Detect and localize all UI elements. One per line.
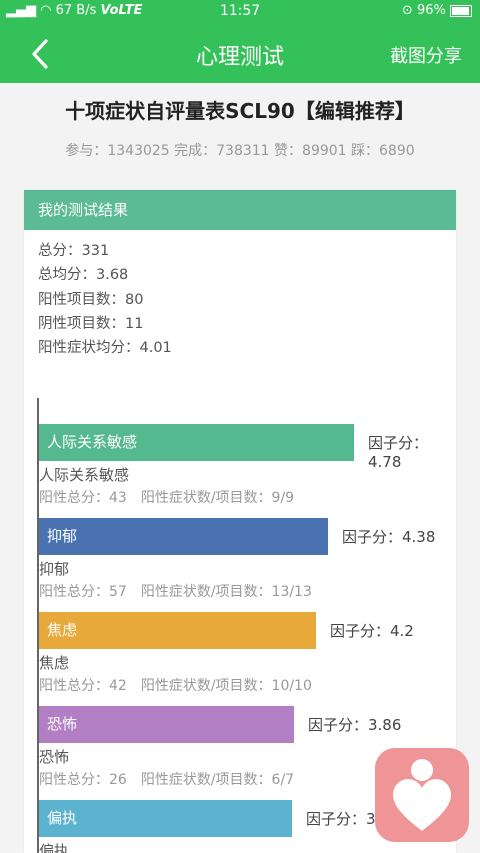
factor-name: 偏执 <box>39 842 70 853</box>
factor-bar: 焦虑 <box>39 612 316 649</box>
factor-detail: 阳性总分：42 阳性症状数/项目数：10/10 <box>39 678 312 694</box>
factor-detail: 阳性总分：57 阳性症状数/项目数：13/13 <box>39 584 312 600</box>
positive-symptom-average: 阳性症状均分：4.01 <box>38 340 172 357</box>
factor-name: 人际关系敏感 <box>39 466 130 484</box>
negative-item-count: 阴性项目数：11 <box>38 315 144 332</box>
nav-bar: 心理测试 截图分享 <box>0 24 480 83</box>
factor-bar: 恐怖 <box>39 706 294 743</box>
factor-score: 因子分：4.2 <box>330 622 414 640</box>
rotation-lock-icon: ⊙ <box>401 3 413 18</box>
screenshot-share-button[interactable]: 截图分享 <box>390 42 462 68</box>
factor-name: 焦虑 <box>39 654 70 672</box>
test-stats: 参与：1343025 完成：738311 赞：89901 踩：6890 <box>65 143 415 159</box>
total-average: 总均分：3.68 <box>38 267 129 284</box>
factor-bar: 人际关系敏感 <box>39 424 354 461</box>
factor-bar: 偏执 <box>39 800 292 837</box>
status-right: ⊙ 96% <box>402 3 472 18</box>
battery-icon <box>450 4 472 17</box>
status-bar: ▂▄▆ ◠ 67 B/s VoLTE 11:57 ⊙ 96% <box>0 0 480 24</box>
factor-name: 抑郁 <box>39 560 70 578</box>
test-title: 十项症状自评量表SCL90【编辑推荐】 <box>65 99 415 123</box>
positive-item-count: 阳性项目数：80 <box>38 291 144 308</box>
factor-bar: 抑郁 <box>39 518 328 555</box>
factor-score: 因子分：4.38 <box>342 528 436 546</box>
factor-detail: 阳性总分：26 阳性症状数/项目数：6/7 <box>39 772 295 788</box>
factor-score: 因子分：3.86 <box>308 716 402 734</box>
result-card-header: 我的测试结果 <box>24 190 456 230</box>
heart-person-icon[interactable] <box>375 748 469 842</box>
factor-score: 因子分：4.78 <box>368 434 429 471</box>
battery-percent: 96% <box>416 3 446 18</box>
result-summary: 总分：331 总均分：3.68 阳性项目数：80 阴性项目数：11 阳性症状均分… <box>38 239 172 360</box>
factor-detail: 阳性总分：43 阳性症状数/项目数：9/9 <box>39 490 295 506</box>
factor-name: 恐怖 <box>39 748 70 766</box>
total-score: 总分：331 <box>38 243 110 259</box>
